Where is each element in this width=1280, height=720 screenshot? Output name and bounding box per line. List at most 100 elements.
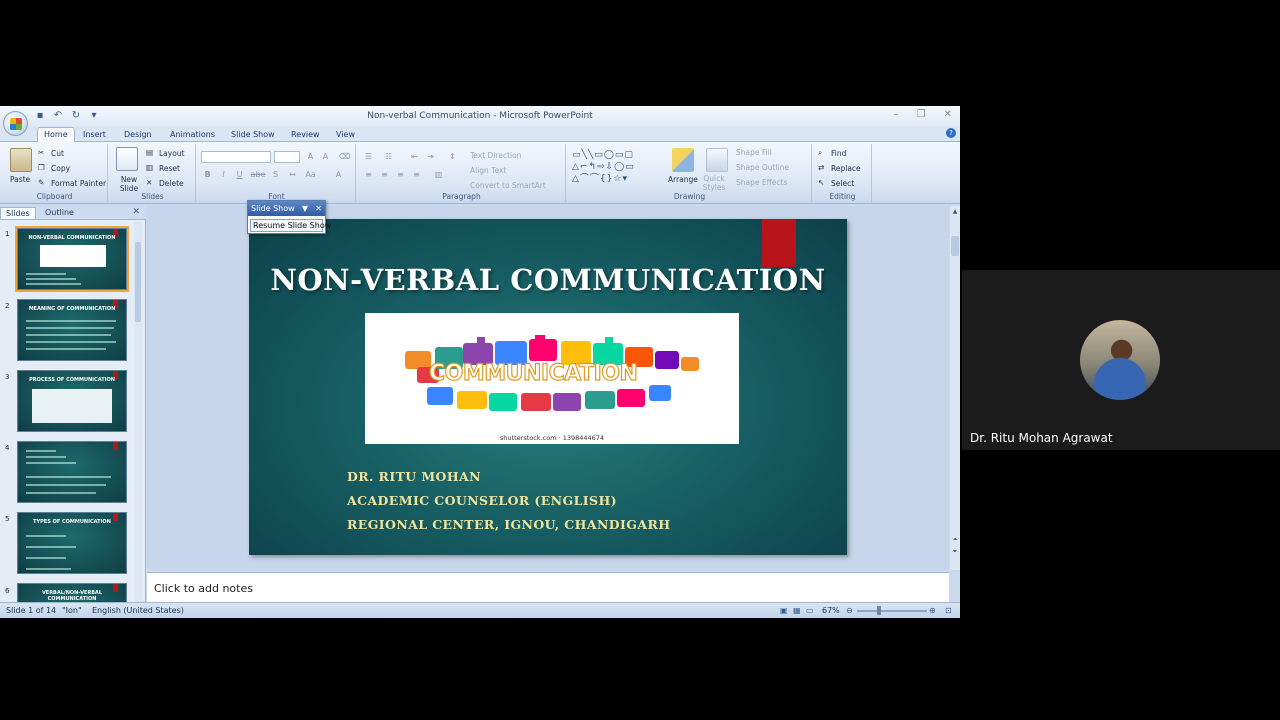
layout-button[interactable]: ▤ Layout [146, 148, 185, 158]
line-spacing-icon[interactable]: ↕ [446, 151, 459, 163]
shape-fill-button[interactable]: Shape Fill [736, 148, 772, 157]
scroll-up-icon[interactable]: ▲ [951, 208, 959, 215]
tab-outline[interactable]: Outline [40, 207, 79, 218]
paste-button[interactable]: Paste [10, 175, 30, 184]
justify-icon[interactable]: ≡ [410, 169, 423, 181]
find-button[interactable]: ⌕ Find [818, 148, 846, 158]
tab-insert[interactable]: Insert [77, 128, 112, 141]
shrink-font-icon[interactable]: A [319, 151, 332, 163]
clear-format-icon[interactable]: ⌫ [338, 151, 351, 163]
tab-animations[interactable]: Animations [164, 128, 221, 141]
new-slide-icon[interactable] [116, 147, 138, 171]
select-button[interactable]: ↖ Select [818, 178, 854, 188]
restore-button[interactable]: ❐ [917, 109, 926, 120]
change-case-icon[interactable]: Aa [304, 169, 317, 181]
slide-thumbnail-5[interactable]: TYPES OF COMMUNICATION [17, 512, 127, 574]
text-direction-button[interactable]: Text Direction [470, 151, 521, 160]
participant-video-tile: Dr. Ritu Mohan Agrawat [962, 270, 1280, 450]
font-color-icon[interactable]: A [332, 169, 345, 181]
slide-title[interactable]: NON-VERBAL COMMUNICATION [249, 263, 847, 297]
next-slide-icon[interactable]: ⏷ [951, 548, 959, 556]
shape-effects-button[interactable]: Shape Effects [736, 178, 787, 187]
bold-button[interactable]: B [201, 169, 214, 181]
communication-image[interactable]: COMMUNICATION shutterstock.com · 1398444… [365, 313, 739, 444]
tab-slides[interactable]: Slides [0, 207, 36, 219]
scroll-thumb[interactable] [951, 236, 959, 256]
thumb-title: MEANING OF COMMUNICATION [28, 306, 116, 312]
strikethrough-button[interactable]: abe [250, 169, 266, 181]
fit-window-icon[interactable]: ⊡ [945, 606, 952, 615]
format-painter-button[interactable]: ✎ Format Painter [38, 178, 106, 188]
pane-scrollbar[interactable] [134, 222, 142, 602]
cut-button[interactable]: ✂ Cut [38, 148, 64, 158]
columns-icon[interactable]: ▥ [432, 169, 445, 181]
quick-styles-button[interactable]: Quick Styles [702, 174, 726, 192]
italic-button[interactable]: I [217, 169, 230, 181]
convert-smartart-button[interactable]: Convert to SmartArt [470, 181, 546, 190]
zoom-in-icon[interactable]: ⊕ [929, 606, 936, 615]
paste-icon[interactable] [10, 148, 32, 172]
clipboard-label: Clipboard [36, 192, 73, 201]
delete-button[interactable]: ✕ Delete [146, 178, 184, 188]
numbering-icon[interactable]: ☷ [382, 151, 395, 163]
tab-view[interactable]: View [330, 128, 361, 141]
prev-slide-icon[interactable]: ⏶ [951, 536, 959, 544]
increase-indent-icon[interactable]: ⇥ [424, 151, 437, 163]
tab-slide-show[interactable]: Slide Show [225, 128, 281, 141]
help-icon[interactable]: ? [946, 128, 956, 138]
slide[interactable]: NON-VERBAL COMMUNICATION COMMUNICATION s… [249, 219, 847, 555]
slideshow-view-icon[interactable]: ▭ [806, 606, 814, 615]
normal-view-icon[interactable]: ▣ [780, 606, 788, 615]
office-button[interactable] [3, 111, 28, 136]
align-left-icon[interactable]: ≡ [362, 169, 375, 181]
arrange-button[interactable]: Arrange [668, 175, 698, 184]
close-button[interactable]: ✕ [944, 109, 952, 120]
replace-button[interactable]: ⇄ Replace [818, 163, 861, 173]
font-size-field[interactable] [274, 151, 300, 163]
slide-vertical-scrollbar[interactable]: ▲ ⏶ ⏷ [950, 206, 960, 570]
shape-outline-button[interactable]: Shape Outline [736, 163, 789, 172]
slide-thumbnail-3[interactable]: PROCESS OF COMMUNICATION [17, 370, 127, 432]
zoom-out-icon[interactable]: ⊖ [846, 606, 853, 615]
slide-thumbnail-4[interactable] [17, 441, 127, 503]
tab-design[interactable]: Design [118, 128, 158, 141]
shapes-gallery[interactable]: ▭╲╲▭◯▭▢ △⌐↰⇨⇩◯▭ △⌒⌒{}☆▾ [572, 149, 660, 185]
zoom-level[interactable]: 67% [822, 606, 840, 615]
zoom-slider-knob[interactable] [877, 606, 881, 615]
presenter-affiliation[interactable]: REGIONAL CENTER, IGNOU, CHANDIGARH [347, 517, 670, 532]
slide-thumbnail-2[interactable]: MEANING OF COMMUNICATION [17, 299, 127, 361]
char-spacing-icon[interactable]: ↔ [286, 169, 299, 181]
zoom-slider[interactable] [857, 610, 927, 612]
bullets-icon[interactable]: ☰ [362, 151, 375, 163]
decrease-indent-icon[interactable]: ⇤ [408, 151, 421, 163]
underline-button[interactable]: U [233, 169, 246, 181]
align-right-icon[interactable]: ≡ [394, 169, 407, 181]
reset-button[interactable]: ▥ Reset [146, 163, 180, 173]
resume-slideshow-button[interactable]: Resume Slide Show [250, 219, 331, 232]
presenter-role[interactable]: ACADEMIC COUNSELOR (ENGLISH) [347, 493, 617, 508]
tab-review[interactable]: Review [285, 128, 326, 141]
tab-home[interactable]: Home [37, 127, 75, 142]
thumb-number: 4 [5, 444, 10, 452]
language[interactable]: English (United States) [92, 606, 184, 615]
align-text-button[interactable]: Align Text [470, 166, 506, 175]
font-name-field[interactable] [201, 151, 271, 163]
slide-sorter-icon[interactable]: ▦ [793, 606, 801, 615]
toolbar-menu-icon[interactable]: ▼ [302, 204, 308, 213]
notes-pane[interactable]: Click to add notes [147, 572, 949, 602]
notes-placeholder[interactable]: Click to add notes [154, 582, 253, 595]
presenter-name[interactable]: DR. RITU MOHAN [347, 469, 481, 484]
align-center-icon[interactable]: ≡ [378, 169, 391, 181]
close-pane-icon[interactable]: ✕ [132, 207, 140, 217]
pane-scroll-thumb[interactable] [135, 242, 141, 322]
quick-styles-icon[interactable] [706, 148, 728, 172]
arrange-icon[interactable] [672, 148, 694, 172]
slide-thumbnail-1[interactable]: NON-VERBAL COMMUNICATION [15, 226, 129, 292]
copy-button[interactable]: ❐ Copy [38, 163, 70, 173]
toolbar-close-icon[interactable]: ✕ [315, 204, 322, 213]
new-slide-button[interactable]: New Slide [117, 175, 141, 193]
minimize-button[interactable]: – [894, 109, 899, 120]
slideshow-toolbar-header[interactable]: Slide Show ▼ ✕ [248, 201, 325, 216]
grow-font-icon[interactable]: A [304, 151, 317, 163]
shadow-button[interactable]: S [269, 169, 282, 181]
